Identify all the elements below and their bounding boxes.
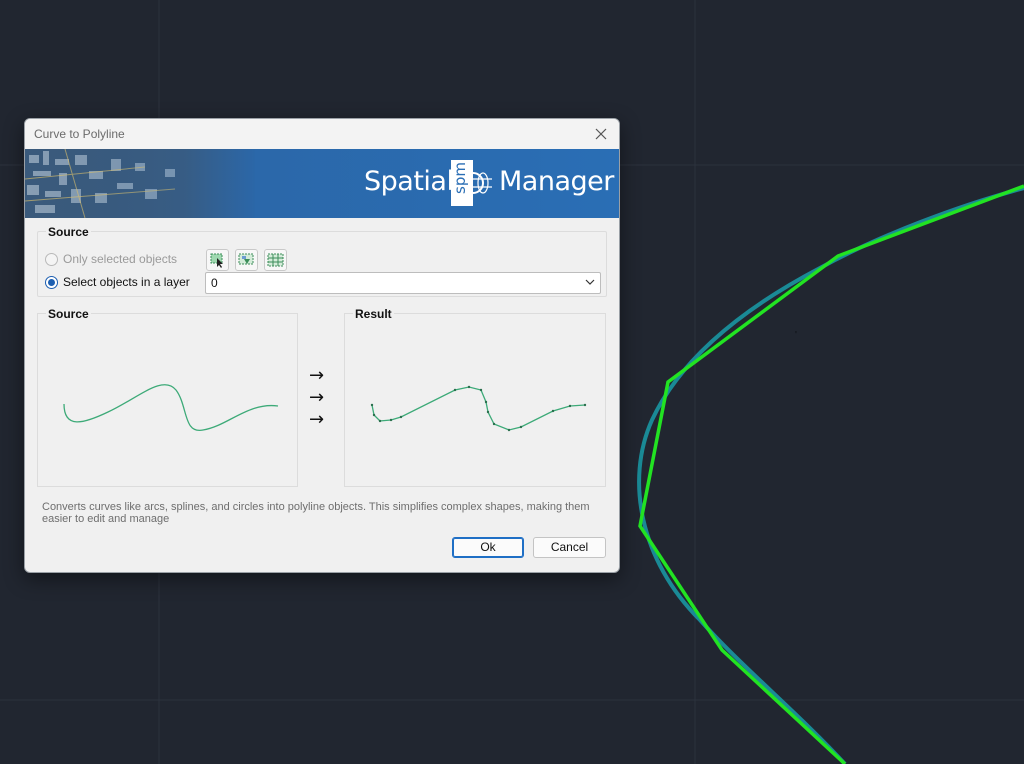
result-polyline[interactable] [638,184,1024,764]
layer-select[interactable]: 0 [205,272,601,294]
source-group-label: Source [46,225,91,239]
select-by-polygon-icon [238,253,254,265]
dialog-titlebar: Curve to Polyline [25,119,619,149]
city-aerial-image [25,149,255,218]
curve-to-polyline-dialog: Curve to Polyline Spatial spm Manager So… [24,118,620,573]
chevron-down-icon [585,279,595,285]
select-by-window-icon [267,253,284,267]
conversion-arrows: → → → [309,365,333,431]
dialog-title: Curve to Polyline [34,127,125,141]
radio-select-objects-in-layer[interactable]: Select objects in a layer [45,275,190,289]
select-by-polygon-button[interactable] [235,249,258,271]
cursor-mark: ' [795,330,797,341]
radio-label-layer: Select objects in a layer [63,275,190,289]
logo-badge-text: spm [451,162,469,194]
cancel-button[interactable]: Cancel [533,537,606,558]
radio-label-only-selected: Only selected objects [63,252,178,266]
result-preview-panel: Result [344,307,606,487]
source-preview-label: Source [46,307,91,321]
logo-text-spatial: Spatial [364,166,454,197]
result-preview-label: Result [353,307,394,321]
tool-description: Converts curves like arcs, splines, and … [42,501,590,525]
source-preview-panel: Source [37,307,298,487]
source-curve[interactable] [637,186,1024,764]
layer-select-value: 0 [211,276,218,290]
select-objects-icon [210,253,223,268]
result-polyline-preview [370,385,587,432]
spm-logo-badge: spm [449,160,495,206]
close-icon[interactable] [591,124,611,144]
arrow-icon: → [309,409,325,430]
ok-button[interactable]: Ok [452,537,524,558]
select-by-window-button[interactable] [264,249,287,271]
arrow-icon: → [309,387,325,408]
radio-only-selected-objects[interactable]: Only selected objects [45,252,177,266]
radio-button-only-selected[interactable] [45,252,58,266]
source-curve-preview [63,384,279,431]
radio-button-layer[interactable] [45,275,58,289]
globe-icon [473,172,492,194]
select-objects-button[interactable] [206,249,229,271]
spatial-manager-banner: Spatial spm Manager [25,149,619,218]
logo-text-manager: Manager [499,166,614,197]
arrow-icon: → [309,365,325,386]
